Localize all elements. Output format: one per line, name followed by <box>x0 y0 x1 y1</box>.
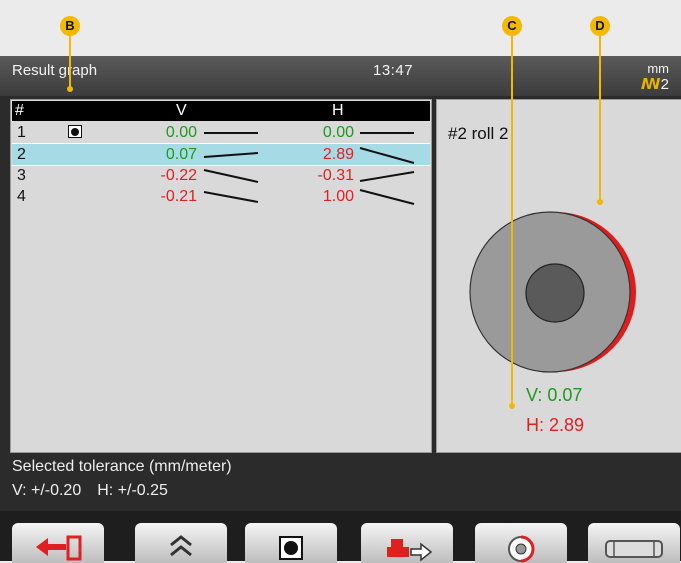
table-row[interactable]: 1 0.00 0.00 <box>12 122 430 143</box>
h-value: -0.31 <box>317 167 354 184</box>
row-number: 1 <box>17 124 26 141</box>
v-value: -0.22 <box>160 167 197 184</box>
row-number: 4 <box>17 188 26 205</box>
v-trend-icon <box>203 152 259 158</box>
exit-icon <box>36 535 82 561</box>
roll-label: #2 roll 2 <box>448 124 509 143</box>
h-value: 2.89 <box>322 146 354 163</box>
row-number: 3 <box>17 167 26 184</box>
v-trend-icon <box>204 132 258 134</box>
unit-indicator[interactable]: mm ꟿ2 <box>629 62 669 94</box>
move-machine-icon <box>387 539 433 562</box>
roll-view-button[interactable] <box>475 523 567 563</box>
unit-suffix: 2 <box>660 76 669 93</box>
v-trend-icon <box>203 191 259 203</box>
tolerance-title: Selected tolerance (mm/meter) <box>12 458 232 475</box>
callout-d-dot <box>597 199 603 205</box>
table-row[interactable]: 3 -0.22 -0.31 <box>12 165 430 186</box>
page-up-icon <box>170 535 192 557</box>
v-value: -0.21 <box>160 188 197 205</box>
set-reference-button[interactable] <box>245 523 337 563</box>
app-screen: Result graph 13:47 mm ꟿ2 # V H 1 0.00 0.… <box>0 56 681 563</box>
tolerance-values: V: +/-0.20 H: +/-0.25 <box>12 482 168 500</box>
tolerance-v: V: +/-0.20 <box>12 482 82 499</box>
roll-side-view-button[interactable] <box>588 523 680 563</box>
v-value: 0.00 <box>165 124 197 141</box>
reference-marker-icon <box>279 536 303 560</box>
toolbar <box>0 511 681 563</box>
h-trend-icon <box>359 189 415 205</box>
column-header-v: V <box>176 102 187 119</box>
title-bar: Result graph 13:47 mm ꟿ2 <box>0 56 681 96</box>
h-trend-icon <box>359 147 415 164</box>
callout-c-dot <box>509 403 515 409</box>
table-row-selected[interactable]: 2 0.07 2.89 <box>12 143 430 166</box>
column-header-h: H <box>332 102 344 119</box>
h-trend-icon <box>360 132 414 134</box>
page-title: Result graph <box>12 62 98 79</box>
roll-graphic <box>469 210 636 374</box>
h-value: 0.00 <box>322 124 354 141</box>
h-readout: H: 2.89 <box>526 415 585 435</box>
callout-d: D <box>590 16 610 36</box>
table-header: # V H <box>12 101 430 121</box>
callout-c-leader <box>511 36 513 406</box>
h-trend-icon <box>359 171 415 182</box>
v-trend-icon <box>203 169 259 183</box>
move-machine-button[interactable] <box>361 523 453 563</box>
tolerance-h: H: +/-0.25 <box>97 482 168 499</box>
callout-c: C <box>502 16 522 36</box>
v-readout: V: 0.07 <box>526 385 583 405</box>
callout-b: B <box>60 16 80 36</box>
callout-d-leader <box>599 36 601 202</box>
roll-panel: #2 roll 2 V: 0.07 H: 2.89 <box>436 99 681 453</box>
unit-label: mm <box>647 61 669 76</box>
clock: 13:47 <box>373 62 414 79</box>
callout-b-dot <box>67 86 73 92</box>
callout-b-leader <box>69 36 71 88</box>
h-value: 1.00 <box>322 188 354 205</box>
roll-side-view-icon <box>605 540 663 558</box>
column-header-number: # <box>15 102 24 119</box>
row-number: 2 <box>17 146 26 163</box>
page-up-button[interactable] <box>135 523 227 563</box>
results-table: # V H 1 0.00 0.00 2 0.07 2.89 3 -0.22 -0… <box>10 99 432 453</box>
table-row[interactable]: 4 -0.21 1.00 <box>12 186 430 207</box>
exit-button[interactable] <box>12 523 104 563</box>
reference-marker-icon <box>68 125 82 138</box>
v-value: 0.07 <box>165 146 197 163</box>
wave-icon: ꟿ <box>640 76 661 93</box>
roll-view-icon <box>508 535 535 563</box>
